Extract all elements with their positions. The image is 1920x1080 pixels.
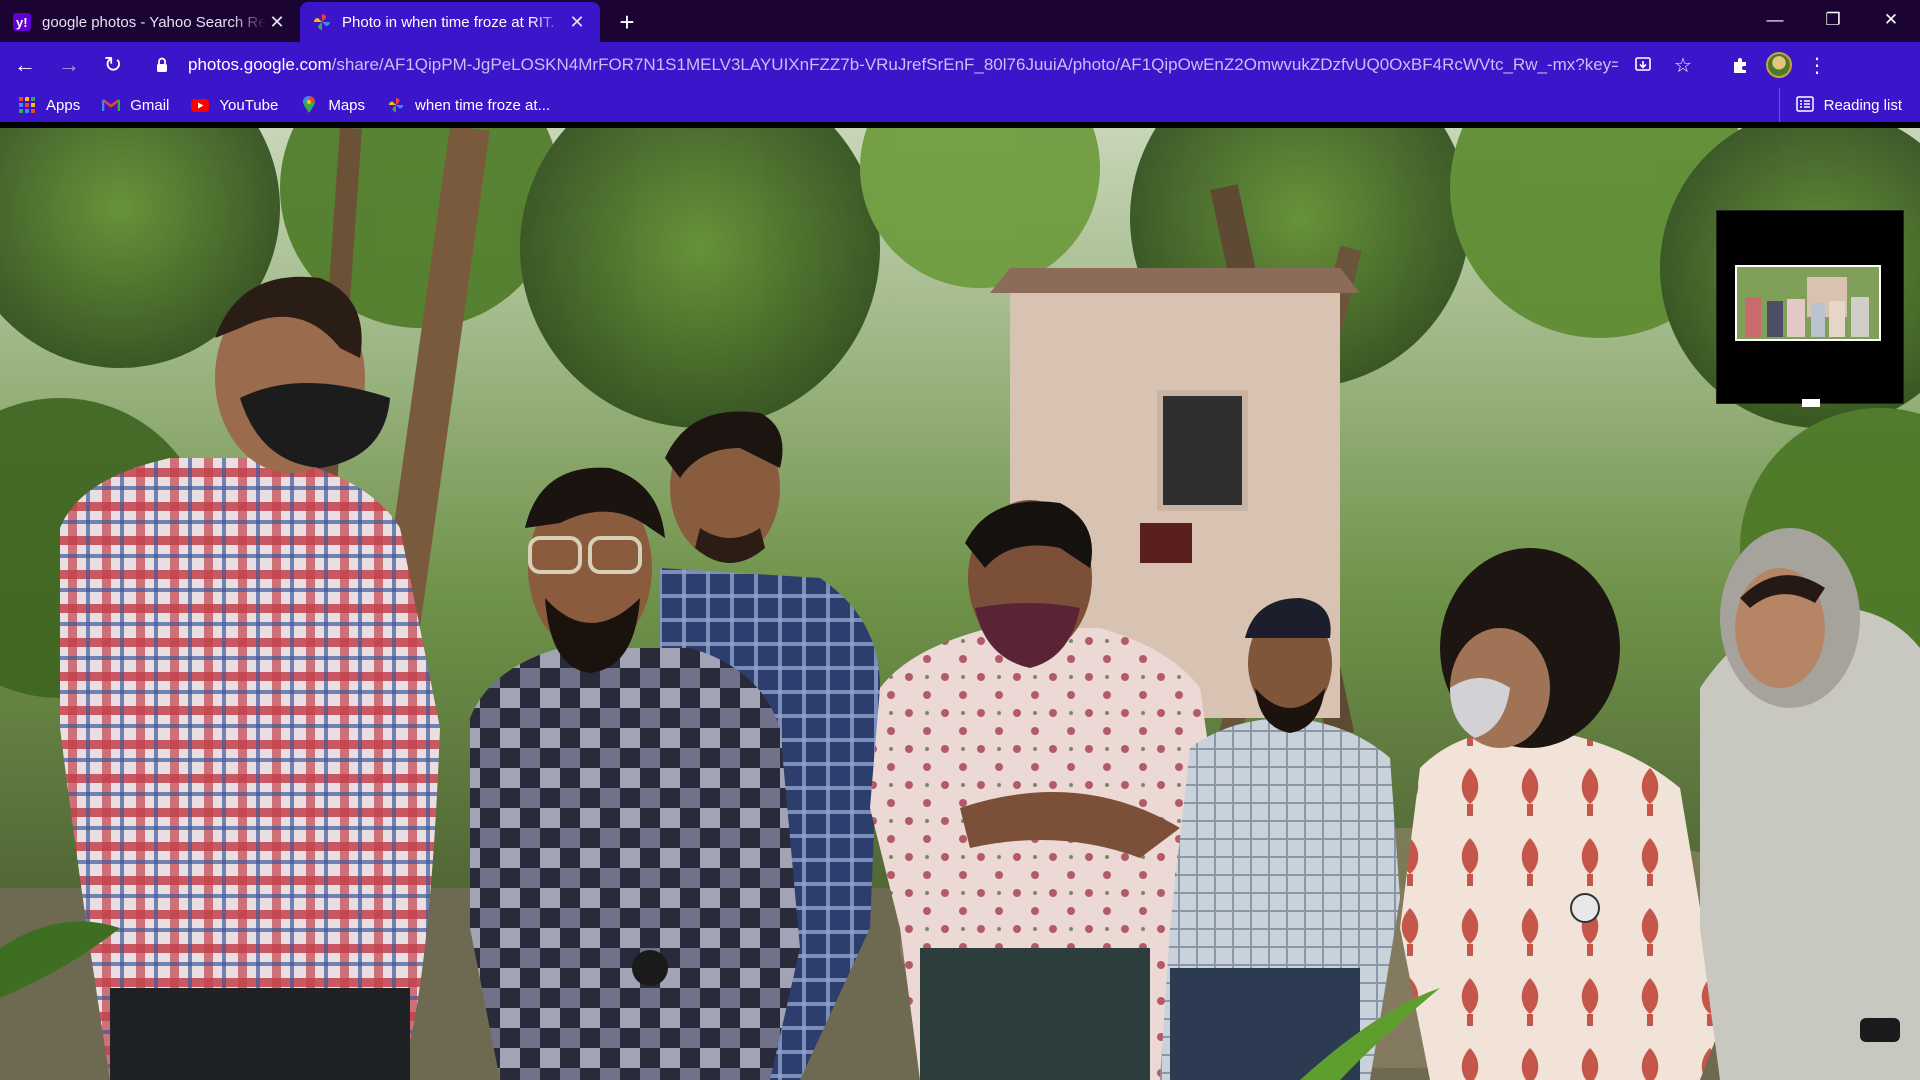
tab-google-photos[interactable]: Photo in when time froze at RIT. ✕: [300, 2, 600, 42]
menu-icon[interactable]: ⋮: [1798, 46, 1836, 84]
extensions-icon[interactable]: [1722, 46, 1760, 84]
yahoo-icon: y!: [12, 12, 32, 32]
google-photos-icon: [387, 96, 405, 114]
youtube-icon: [191, 96, 210, 114]
bookmarks-bar: Apps Gmail YouTube Maps when time froze …: [0, 88, 1920, 122]
reading-list-label: Reading list: [1823, 96, 1902, 114]
address-bar[interactable]: photos.google.com/share/AF1QipPM-JgPeLOS…: [142, 47, 1712, 83]
bookmark-when-time-froze[interactable]: when time froze at...: [387, 96, 550, 114]
bookmark-label: YouTube: [219, 96, 279, 114]
close-icon[interactable]: ✕: [566, 11, 588, 33]
navigator-thumbnail: [1737, 267, 1879, 339]
lock-icon[interactable]: [156, 57, 176, 73]
close-icon[interactable]: ✕: [266, 11, 288, 33]
bookmark-star-icon[interactable]: ☆: [1668, 50, 1698, 80]
profile-avatar[interactable]: [1760, 46, 1798, 84]
bookmark-apps[interactable]: Apps: [18, 96, 80, 114]
url-text[interactable]: photos.google.com/share/AF1QipPM-JgPeLOS…: [188, 55, 1618, 75]
window-close-button[interactable]: ✕: [1862, 0, 1920, 40]
gmail-icon: [102, 96, 121, 114]
bookmark-label: when time froze at...: [415, 96, 551, 114]
bookmark-youtube[interactable]: YouTube: [191, 96, 278, 114]
svg-text:y!: y!: [16, 15, 28, 30]
restore-button[interactable]: ❐: [1804, 0, 1862, 40]
forward-button[interactable]: →: [50, 46, 88, 84]
reading-list-button[interactable]: Reading list: [1778, 88, 1902, 122]
apps-grid-icon: [18, 96, 36, 114]
back-button[interactable]: ←: [6, 46, 44, 84]
bookmark-gmail[interactable]: Gmail: [102, 96, 169, 114]
tab-title: Photo in when time froze at RIT.: [342, 13, 555, 31]
install-icon[interactable]: [1628, 50, 1658, 80]
tab-title: google photos - Yahoo Search Re: [42, 13, 266, 31]
navigator-handle[interactable]: [1802, 399, 1820, 407]
tab-strip: y! google photos - Yahoo Search Re ✕ Pho…: [0, 0, 1920, 42]
minimize-button[interactable]: —: [1746, 0, 1804, 40]
url-path: /share/AF1QipPM-JgPeLOSKN4MrFOR7N1S1MELV…: [331, 55, 1618, 74]
photo-viewer[interactable]: [0, 128, 1920, 1080]
bookmark-label: Maps: [328, 96, 366, 114]
window-controls: — ❐ ✕: [1746, 0, 1920, 40]
maps-icon: [300, 96, 318, 114]
reading-list-icon: [1795, 96, 1814, 114]
bookmark-label: Gmail: [130, 96, 170, 114]
google-photos-icon: [312, 12, 332, 32]
reload-button[interactable]: ↻: [94, 46, 132, 84]
zoom-navigator[interactable]: [1716, 210, 1904, 407]
tab-yahoo-search[interactable]: y! google photos - Yahoo Search Re ✕: [0, 2, 300, 42]
browser-toolbar: ← → ↻ photos.google.com/share/AF1QipPM-J…: [0, 42, 1920, 88]
group-photo-image: [0, 128, 1920, 1080]
avatar: [1766, 52, 1792, 78]
bookmark-maps[interactable]: Maps: [300, 96, 365, 114]
bookmark-label: Apps: [46, 96, 81, 114]
url-host: photos.google.com: [188, 55, 332, 74]
new-tab-button[interactable]: +: [610, 5, 644, 39]
navigator-viewport-frame[interactable]: [1735, 265, 1881, 341]
